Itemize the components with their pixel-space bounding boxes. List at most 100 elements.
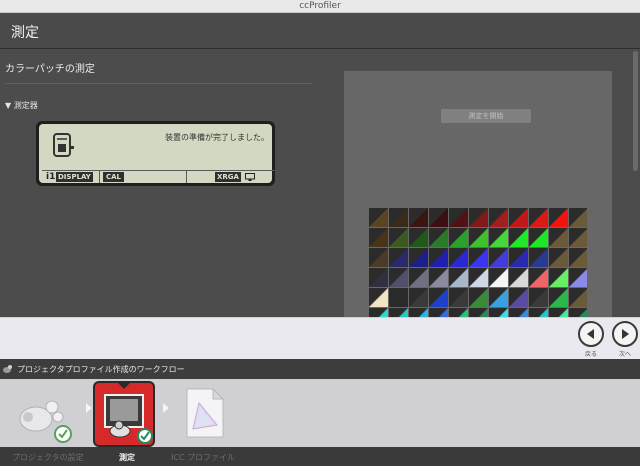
back-button[interactable] <box>578 321 604 347</box>
color-patch <box>569 208 587 227</box>
lcd-screen: 装置の準備が完了しました。 i1 DISPLAY CAL XRGA <box>39 124 275 183</box>
lcd-separator <box>186 171 187 183</box>
color-patch <box>409 268 428 287</box>
color-patch <box>569 268 587 287</box>
color-patch <box>389 228 408 247</box>
back-arrow-icon <box>587 329 594 339</box>
page-header: 測定 <box>0 13 640 49</box>
color-patch <box>529 288 548 307</box>
color-patch <box>529 248 548 267</box>
color-patch <box>469 308 488 317</box>
lcd-badge-display: DISPLAY <box>56 172 93 182</box>
color-patch <box>529 268 548 287</box>
color-patch <box>369 228 388 247</box>
color-patch <box>569 228 587 247</box>
color-patch <box>509 268 528 287</box>
color-patch <box>469 288 488 307</box>
color-patch <box>489 308 508 317</box>
color-patch <box>449 228 468 247</box>
step-arrow-icon <box>86 403 92 413</box>
device-disclosure[interactable]: ▼ 測定器 <box>5 100 38 111</box>
projector-icon <box>3 365 12 373</box>
color-patch <box>509 308 528 317</box>
color-patch <box>469 268 488 287</box>
workflow-header: プロジェクタプロファイル作成のワークフロー <box>0 359 640 379</box>
color-patch <box>489 288 508 307</box>
color-patch <box>569 248 587 267</box>
color-patch <box>369 268 388 287</box>
lcd-badge-i1: i1 <box>46 172 56 182</box>
color-patch <box>409 288 428 307</box>
lcd-badge-cal: CAL <box>103 172 125 182</box>
color-patch <box>569 308 587 317</box>
color-patch <box>409 308 428 317</box>
color-patch <box>489 268 508 287</box>
measurement-preview-panel: 測定を開始 <box>344 71 612 317</box>
step-measurement[interactable] <box>93 381 155 447</box>
color-patch <box>429 228 448 247</box>
navigation-bar: 戻る 次へ <box>0 317 640 359</box>
color-patch <box>429 268 448 287</box>
window-title-bar: ccProfiler <box>0 0 640 13</box>
color-patch <box>529 308 548 317</box>
color-patch <box>549 288 568 307</box>
color-patch <box>389 208 408 227</box>
color-patch <box>529 228 548 247</box>
step-arrow-icon <box>163 403 169 413</box>
color-patch <box>469 208 488 227</box>
color-patch <box>489 228 508 247</box>
lcd-status-message: 装置の準備が完了しました。 <box>165 133 269 142</box>
color-patch <box>549 308 568 317</box>
color-patch <box>409 248 428 267</box>
workflow-title: プロジェクタプロファイル作成のワークフロー <box>17 365 185 374</box>
color-patch <box>549 248 568 267</box>
color-patch <box>549 268 568 287</box>
i1-device-icon <box>53 133 74 157</box>
color-patch <box>369 208 388 227</box>
lcd-separator <box>99 171 100 183</box>
color-patch <box>509 248 528 267</box>
color-patch <box>449 248 468 267</box>
color-patch <box>449 268 468 287</box>
next-button[interactable] <box>612 321 638 347</box>
color-patch <box>389 268 408 287</box>
color-patch <box>449 288 468 307</box>
color-patch <box>509 288 528 307</box>
next-label: 次へ <box>619 351 632 358</box>
scrollbar-thumb[interactable] <box>633 51 638 171</box>
color-patch-grid <box>369 208 587 317</box>
step-icc-profile[interactable] <box>185 387 225 439</box>
color-patch <box>489 248 508 267</box>
section-divider <box>5 83 313 84</box>
color-patch <box>429 308 448 317</box>
color-patch <box>449 208 468 227</box>
color-patch <box>469 248 488 267</box>
device-lcd-display: 装置の準備が完了しました。 i1 DISPLAY CAL XRGA <box>36 121 275 186</box>
step-label-measurement: 測定 <box>119 453 135 462</box>
icc-profile-icon <box>186 387 225 438</box>
color-patch <box>509 228 528 247</box>
start-measurement-button[interactable]: 測定を開始 <box>441 109 531 123</box>
monitor-icon <box>245 173 255 181</box>
color-patch <box>389 248 408 267</box>
color-patch <box>389 308 408 317</box>
color-patch <box>429 288 448 307</box>
color-patch <box>449 308 468 317</box>
color-patch <box>429 208 448 227</box>
lcd-status-bar: i1 DISPLAY CAL XRGA <box>42 170 275 183</box>
step-label-bar <box>0 447 640 466</box>
step-projector-settings[interactable] <box>14 387 74 445</box>
window-title: ccProfiler <box>299 1 341 11</box>
color-patch <box>469 228 488 247</box>
color-patch <box>389 288 408 307</box>
color-patch <box>409 208 428 227</box>
color-patch <box>509 208 528 227</box>
vertical-scrollbar[interactable] <box>631 49 640 317</box>
color-patch <box>369 248 388 267</box>
color-patch <box>369 288 388 307</box>
color-patch <box>369 308 388 317</box>
workflow-steps: プロジェクタの設定 測定 ICC プロファイル <box>0 379 640 466</box>
step-label-projector-settings: プロジェクタの設定 <box>12 453 84 462</box>
color-patch <box>569 288 587 307</box>
main-content: カラーパッチの測定 ▼ 測定器 装置の準備が完了しました。 i1 DISPLAY <box>0 49 640 317</box>
